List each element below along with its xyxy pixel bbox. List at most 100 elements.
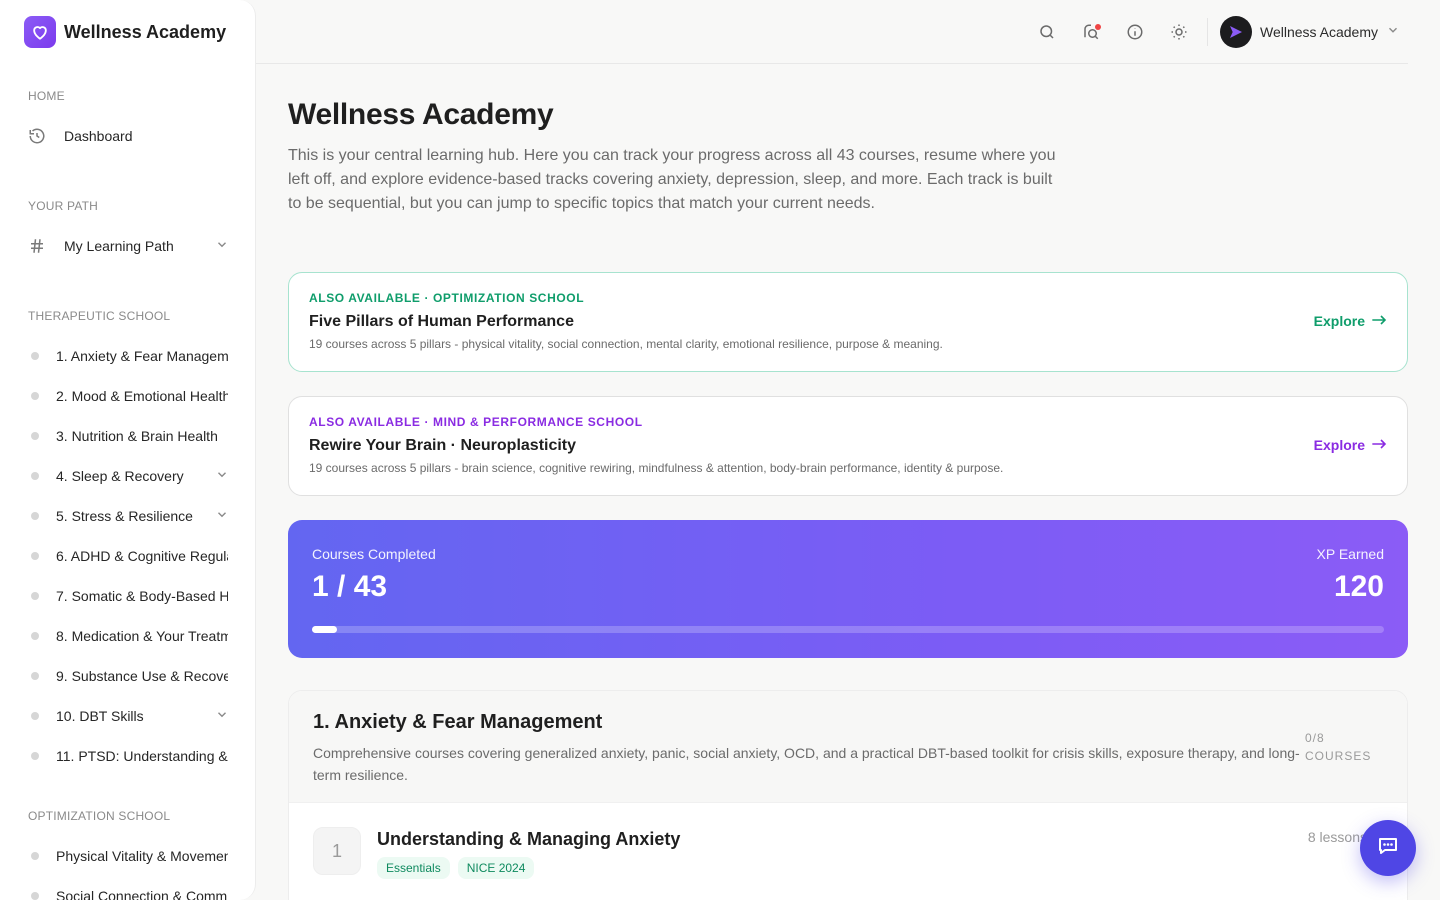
page-description: This is your central learning hub. Here … <box>288 147 1056 212</box>
bullet-icon <box>31 852 39 860</box>
heart-logo-icon <box>24 16 56 48</box>
sidebar-item-label: 9. Substance Use & Recovery <box>56 668 228 684</box>
track-count-unit: COURSES <box>1305 749 1372 763</box>
tag-badge: Essentials <box>377 857 450 879</box>
sidebar-item-substance[interactable]: 9. Substance Use & Recovery <box>0 656 255 696</box>
sidebar-item-ptsd[interactable]: 11. PTSD: Understanding & Healing <box>0 736 255 776</box>
hash-icon <box>28 237 52 255</box>
sidebar-item-mood[interactable]: 2. Mood & Emotional Health <box>0 376 255 416</box>
sidebar-item-social[interactable]: Social Connection & Community <box>0 876 255 900</box>
bullet-icon <box>31 432 39 440</box>
sidebar-item-somatic[interactable]: 7. Somatic & Body-Based Healing <box>0 576 255 616</box>
sidebar-item-nutrition[interactable]: 3. Nutrition & Brain Health <box>0 416 255 456</box>
chevron-down-icon <box>1386 23 1400 42</box>
promo-description: 19 courses across 5 pillars - physical v… <box>309 337 943 351</box>
section-label-home: HOME <box>28 89 65 103</box>
sidebar-item-label: Physical Vitality & Movement <box>56 848 228 864</box>
chevron-down-icon[interactable] <box>215 708 229 725</box>
sidebar-item-label: 3. Nutrition & Brain Health <box>56 428 218 444</box>
bullet-icon <box>31 672 39 680</box>
courses-completed-label: Courses Completed <box>312 546 436 562</box>
page-title: Wellness Academy <box>288 98 554 131</box>
section-label-therapeutic: THERAPEUTIC SCHOOL <box>28 309 171 323</box>
sidebar-item-label: 4. Sleep & Recovery <box>56 468 184 484</box>
section-label-optimization: OPTIMIZATION SCHOOL <box>28 809 171 823</box>
sidebar-item-dbt[interactable]: 10. DBT Skills <box>0 696 255 736</box>
bullet-icon <box>31 712 39 720</box>
sidebar-item-label: 5. Stress & Resilience <box>56 508 193 524</box>
sidebar: Wellness Academy HOME Dashboard YOUR PAT… <box>0 0 256 900</box>
track-card: 1. Anxiety & Fear Management Comprehensi… <box>288 690 1408 900</box>
promo-eyebrow: ALSO AVAILABLE · MIND & PERFORMANCE SCHO… <box>309 415 643 429</box>
sidebar-item-label: 8. Medication & Your Treatment <box>56 628 228 644</box>
chevron-down-icon[interactable] <box>215 508 229 525</box>
sidebar-item-label: Dashboard <box>64 128 133 144</box>
sidebar-item-stress[interactable]: 5. Stress & Resilience <box>0 496 255 536</box>
course-tags: Essentials NICE 2024 <box>377 857 535 879</box>
account-menu[interactable]: Wellness Academy <box>1219 16 1408 48</box>
track-header[interactable]: 1. Anxiety & Fear Management Comprehensi… <box>289 691 1407 803</box>
chevron-down-icon[interactable] <box>215 238 229 255</box>
search-icon[interactable] <box>1025 10 1069 54</box>
promo-description: 19 courses across 5 pillars - brain scie… <box>309 461 1004 475</box>
info-icon[interactable] <box>1113 10 1157 54</box>
sidebar-item-label: 7. Somatic & Body-Based Healing <box>56 588 228 604</box>
bullet-icon <box>31 552 39 560</box>
dashboard-icon <box>28 127 52 145</box>
sidebar-item-label: 2. Mood & Emotional Health <box>56 388 228 404</box>
section-label-your-path: YOUR PATH <box>28 199 99 213</box>
notifications-icon[interactable] <box>1069 10 1113 54</box>
promo-mind-performance-school[interactable]: ALSO AVAILABLE · MIND & PERFORMANCE SCHO… <box>288 396 1408 496</box>
bullet-icon <box>31 392 39 400</box>
chevron-down-icon[interactable] <box>215 468 229 485</box>
track-course-count: 0/8 COURSES <box>1305 729 1372 765</box>
account-name: Wellness Academy <box>1259 24 1378 40</box>
bullet-icon <box>31 512 39 520</box>
sidebar-item-label: 10. DBT Skills <box>56 708 144 724</box>
sidebar-item-label: 11. PTSD: Understanding & Healing <box>56 748 228 764</box>
sidebar-item-learning-path[interactable]: My Learning Path <box>0 226 255 266</box>
notification-dot <box>1094 24 1101 30</box>
bullet-icon <box>31 592 39 600</box>
theme-sun-icon[interactable] <box>1157 10 1201 54</box>
sidebar-item-dashboard[interactable]: Dashboard <box>0 116 255 156</box>
course-row[interactable]: 1 Understanding & Managing Anxiety Essen… <box>289 803 1407 900</box>
brand[interactable]: Wellness Academy <box>0 0 255 64</box>
tag-badge: NICE 2024 <box>457 857 535 879</box>
progress-card: Courses Completed 1 / 43 XP Earned 120 <box>288 520 1408 658</box>
promo-title: Five Pillars of Human Performance <box>309 313 574 330</box>
promo-optimization-school[interactable]: ALSO AVAILABLE · OPTIMIZATION SCHOOL Fiv… <box>288 272 1408 372</box>
sidebar-item-anxiety[interactable]: 1. Anxiety & Fear Management <box>0 336 255 376</box>
xp-earned-label: XP Earned <box>1316 546 1384 562</box>
track-title: 1. Anxiety & Fear Management <box>313 711 603 733</box>
sidebar-item-adhd[interactable]: 6. ADHD & Cognitive Regulation <box>0 536 255 576</box>
topbar-actions: Wellness Academy <box>1025 0 1408 64</box>
arrow-right-icon <box>1371 313 1387 329</box>
main-content: Wellness Academy This is your central le… <box>288 64 1408 900</box>
explore-label: Explore <box>1313 313 1365 329</box>
chat-icon <box>1376 834 1400 863</box>
progress-bar-fill <box>312 626 337 633</box>
bullet-icon <box>31 752 39 760</box>
explore-button[interactable]: Explore <box>1314 313 1387 329</box>
course-lessons: 8 lessons <box>1307 829 1367 845</box>
bullet-icon <box>31 472 39 480</box>
bullet-icon <box>31 632 39 640</box>
bullet-icon <box>31 892 39 900</box>
sidebar-item-physical[interactable]: Physical Vitality & Movement <box>0 836 255 876</box>
explore-label: Explore <box>1313 437 1365 453</box>
sidebar-item-label: 1. Anxiety & Fear Management <box>56 348 228 364</box>
sidebar-item-sleep[interactable]: 4. Sleep & Recovery <box>0 456 255 496</box>
explore-button[interactable]: Explore <box>1314 437 1387 453</box>
sidebar-item-medication[interactable]: 8. Medication & Your Treatment <box>0 616 255 656</box>
arrow-right-icon <box>1371 437 1387 453</box>
promo-title: Rewire Your Brain · Neuroplasticity <box>309 437 577 454</box>
sidebar-item-label: 6. ADHD & Cognitive Regulation <box>56 548 228 564</box>
course-title: Understanding & Managing Anxiety <box>377 829 681 849</box>
avatar <box>1219 16 1252 48</box>
bullet-icon <box>31 352 39 360</box>
chat-button[interactable] <box>1360 820 1416 876</box>
brand-name: Wellness Academy <box>64 21 227 42</box>
xp-earned-value: 120 <box>1333 570 1384 603</box>
xp-earned: XP Earned 120 <box>1317 546 1384 604</box>
